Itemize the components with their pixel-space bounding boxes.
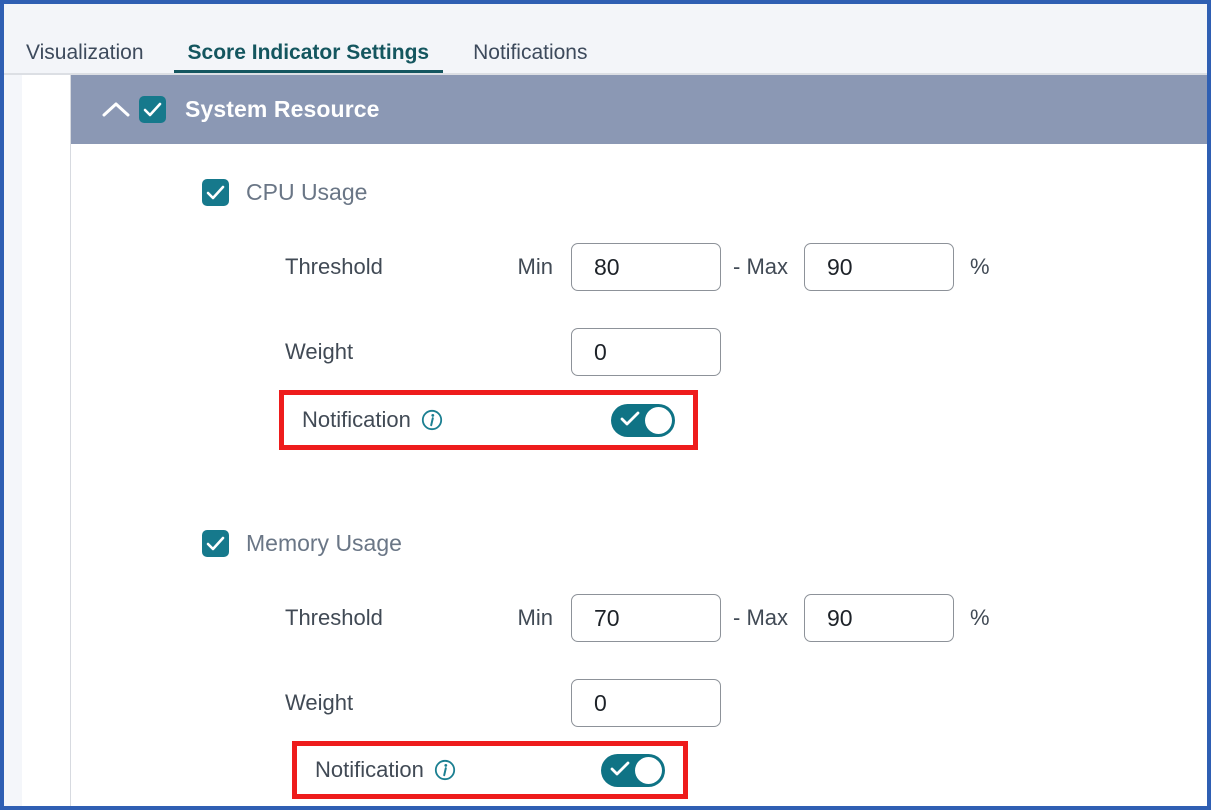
group-checkbox-system-resource[interactable] [139, 96, 166, 123]
cpu-threshold-label: Threshold [285, 254, 383, 279]
tab-bar: Visualization Score Indicator Settings N… [4, 4, 1207, 73]
cpu-notification-toggle-knob [645, 406, 672, 434]
cpu-max-label: - Max [733, 254, 788, 279]
indicator-memory-usage-head: Memory Usage [71, 526, 1207, 560]
memory-max-label: - Max [733, 605, 788, 630]
cpu-threshold-min-input[interactable] [571, 243, 721, 291]
tab-score-indicator-settings-label: Score Indicator Settings [187, 41, 430, 64]
indicator-cpu-usage-head: CPU Usage [71, 175, 1207, 209]
tab-notifications[interactable]: Notifications [451, 42, 609, 73]
memory-threshold-label: Threshold [285, 605, 383, 630]
indicator-memory-usage-label: Memory Usage [246, 529, 402, 556]
group-title: System Resource [185, 96, 380, 122]
settings-content-region: System Resource CPU Usage Threshold Min [4, 73, 1207, 806]
tab-score-indicator-settings[interactable]: Score Indicator Settings [166, 42, 452, 73]
page-frame: Visualization Score Indicator Settings N… [0, 0, 1211, 810]
cpu-notification-toggle[interactable] [611, 403, 675, 437]
memory-weight-row: Weight [71, 677, 1207, 729]
indicator-cpu-usage: CPU Usage Threshold Min - Max % Weight [71, 175, 1207, 450]
memory-min-label: Min [517, 605, 553, 630]
tab-visualization-label: Visualization [26, 41, 144, 64]
memory-notification-toggle[interactable] [601, 753, 665, 787]
memory-weight-input[interactable] [571, 679, 721, 727]
memory-notification-toggle-knob [635, 756, 662, 784]
info-circle-icon[interactable] [434, 759, 456, 781]
chevron-up-icon[interactable] [93, 87, 139, 133]
indicator-memory-usage: Memory Usage Threshold Min - Max % Weigh… [71, 526, 1207, 799]
memory-notification-label: Notification [315, 757, 424, 782]
memory-weight-label: Weight [285, 690, 354, 715]
tab-strip: Visualization Score Indicator Settings N… [4, 25, 609, 73]
memory-threshold-unit: % [970, 605, 990, 630]
memory-notification-highlight: Notification [292, 741, 688, 799]
left-rail [4, 75, 22, 806]
cpu-threshold-max-input[interactable] [804, 243, 954, 291]
cpu-threshold-row: Threshold Min - Max % [71, 241, 1207, 293]
cpu-notification-highlight: Notification [279, 390, 698, 450]
group-header-system-resource[interactable]: System Resource [71, 75, 1207, 144]
tab-notifications-label: Notifications [473, 41, 588, 64]
cpu-weight-label: Weight [285, 339, 354, 364]
cpu-min-label: Min [517, 254, 553, 279]
tab-visualization[interactable]: Visualization [4, 42, 166, 73]
info-circle-icon[interactable] [421, 409, 443, 431]
cpu-weight-row: Weight [71, 326, 1207, 378]
memory-threshold-min-input[interactable] [571, 594, 721, 642]
left-gutter [22, 75, 70, 806]
memory-threshold-max-input[interactable] [804, 594, 954, 642]
indicator-cpu-usage-label: CPU Usage [246, 178, 368, 205]
indicator-checkbox-cpu-usage[interactable] [202, 178, 229, 206]
indicator-panel: System Resource CPU Usage Threshold Min [71, 75, 1207, 806]
memory-threshold-row: Threshold Min - Max % [71, 592, 1207, 644]
cpu-threshold-unit: % [970, 254, 990, 279]
indicator-checkbox-memory-usage[interactable] [202, 529, 229, 557]
cpu-weight-input[interactable] [571, 328, 721, 376]
cpu-notification-label: Notification [302, 407, 411, 432]
